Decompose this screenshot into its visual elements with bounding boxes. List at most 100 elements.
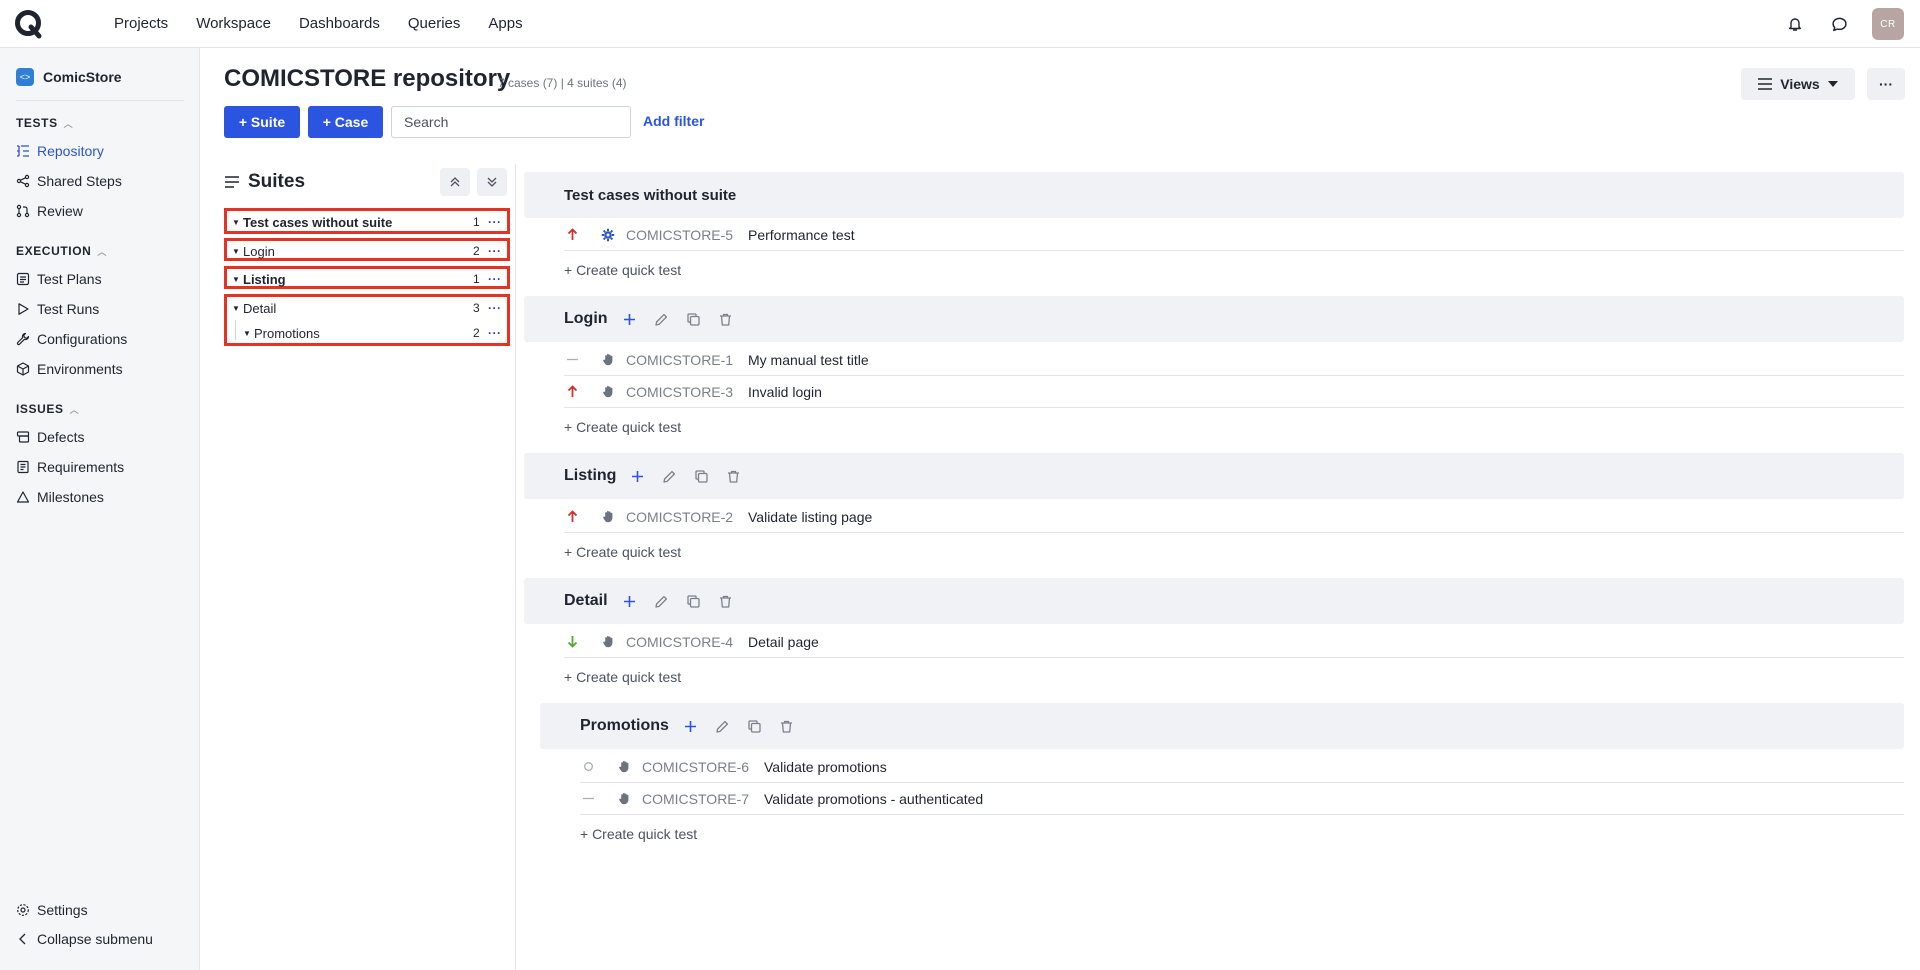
collapse-submenu-button[interactable]: Collapse submenu xyxy=(16,931,153,947)
trash-icon[interactable] xyxy=(726,469,741,484)
chat-icon[interactable] xyxy=(1828,13,1850,35)
trash-icon[interactable] xyxy=(718,594,733,609)
views-dropdown[interactable]: Views xyxy=(1741,68,1855,100)
top-right-actions: CR xyxy=(1784,8,1904,40)
git-pull-request-icon xyxy=(16,204,30,218)
nav-queries[interactable]: Queries xyxy=(408,15,461,32)
suite-tree-item[interactable]: ▼ Promotions 2 ··· xyxy=(243,323,506,343)
pencil-icon[interactable] xyxy=(654,312,669,327)
sidebar-item-milestones[interactable]: Milestones xyxy=(16,489,104,505)
pencil-icon[interactable] xyxy=(654,594,669,609)
sidebar-item-review[interactable]: Review xyxy=(16,203,83,219)
test-case-row[interactable]: COMICSTORE-7 Validate promotions - authe… xyxy=(580,783,1904,815)
create-quick-test-link[interactable]: + Create quick test xyxy=(564,544,681,560)
suite-menu-button[interactable]: ··· xyxy=(488,326,502,340)
sidebar-item-shared-steps[interactable]: Shared Steps xyxy=(16,173,122,189)
suite-count: 3 xyxy=(473,301,480,315)
project-switcher[interactable]: <> ComicStore xyxy=(16,68,122,86)
trash-icon[interactable] xyxy=(718,312,733,327)
document-icon xyxy=(17,460,29,474)
section-issues[interactable]: ISSUES ︿ xyxy=(16,402,79,416)
clipboard-list-icon xyxy=(16,272,30,286)
hand-icon xyxy=(600,353,616,366)
test-case-row[interactable]: COMICSTORE-5 Performance test xyxy=(564,219,1904,251)
create-quick-test-link[interactable]: + Create quick test xyxy=(564,262,681,278)
add-case-button[interactable]: + Case xyxy=(308,106,383,138)
sidebar-item-test-runs[interactable]: Test Runs xyxy=(16,301,99,317)
nav-workspace[interactable]: Workspace xyxy=(196,15,271,32)
plus-icon[interactable] xyxy=(622,312,637,327)
suite-menu-button[interactable]: ··· xyxy=(488,215,502,229)
suite-tree-item[interactable]: ▼ Listing 1 ··· xyxy=(232,269,506,289)
expand-all-button[interactable] xyxy=(477,168,507,196)
section-tests[interactable]: TESTS ︿ xyxy=(16,116,73,130)
suite-count: 2 xyxy=(473,244,480,258)
sidebar-item-test-plans[interactable]: Test Plans xyxy=(16,271,102,287)
plus-icon[interactable] xyxy=(683,719,698,734)
suite-tree-item[interactable]: ▼ Login 2 ··· xyxy=(232,241,506,261)
suite-actions xyxy=(622,312,733,327)
suite-tree-item[interactable]: ▼ Test cases without suite 1 ··· xyxy=(232,212,506,232)
priority-high-icon xyxy=(564,510,580,523)
test-case-row[interactable]: COMICSTORE-1 My manual test title xyxy=(564,344,1904,376)
suite-count: 2 xyxy=(473,326,480,340)
sidebar-item-settings[interactable]: Settings xyxy=(16,902,88,918)
copy-icon[interactable] xyxy=(686,312,701,327)
caret-down-icon[interactable]: ▼ xyxy=(232,218,243,227)
pencil-icon[interactable] xyxy=(715,719,730,734)
test-case-row[interactable]: COMICSTORE-6 Validate promotions xyxy=(580,751,1904,783)
priority-high-icon xyxy=(564,385,580,398)
sidebar-item-repository[interactable]: Repository xyxy=(16,143,104,159)
add-filter-link[interactable]: Add filter xyxy=(643,113,704,129)
search-input[interactable] xyxy=(391,106,631,138)
create-quick-test-link[interactable]: + Create quick test xyxy=(564,669,681,685)
create-quick-test-link[interactable]: + Create quick test xyxy=(580,826,697,842)
plus-icon[interactable] xyxy=(622,594,637,609)
sidebar-item-environments[interactable]: Environments xyxy=(16,361,123,377)
more-options-button[interactable]: ··· xyxy=(1867,68,1905,100)
page-title: COMICSTORE repository xyxy=(224,65,511,92)
add-suite-button[interactable]: + Suite xyxy=(224,106,300,138)
pencil-icon[interactable] xyxy=(662,469,677,484)
nav-dashboards[interactable]: Dashboards xyxy=(299,15,380,32)
suite-count: 1 xyxy=(473,215,480,229)
copy-icon[interactable] xyxy=(694,469,709,484)
main-content: COMICSTORE repository 7 cases (7) | 4 su… xyxy=(200,48,1920,970)
create-quick-test-link[interactable]: + Create quick test xyxy=(564,419,681,435)
test-case-row[interactable]: COMICSTORE-4 Detail page xyxy=(564,626,1904,658)
nav-projects[interactable]: Projects xyxy=(114,15,168,32)
suite-menu-button[interactable]: ··· xyxy=(488,301,502,315)
suite-menu-button[interactable]: ··· xyxy=(488,272,502,286)
nav-apps[interactable]: Apps xyxy=(488,15,522,32)
caret-down-icon[interactable]: ▼ xyxy=(232,275,243,284)
hand-icon xyxy=(616,760,632,773)
copy-icon[interactable] xyxy=(747,719,762,734)
top-nav: Projects Workspace Dashboards Queries Ap… xyxy=(72,15,523,32)
menu-icon xyxy=(225,176,239,188)
section-execution[interactable]: EXECUTION ︿ xyxy=(16,244,107,258)
caret-down-icon[interactable]: ▼ xyxy=(243,329,254,338)
trash-icon[interactable] xyxy=(779,719,794,734)
avatar[interactable]: CR xyxy=(1872,8,1904,40)
collapse-all-button[interactable] xyxy=(440,168,470,196)
caret-down-icon[interactable]: ▼ xyxy=(232,304,243,313)
menu-icon xyxy=(1758,78,1773,90)
plus-icon[interactable] xyxy=(630,469,645,484)
caret-down-icon[interactable]: ▼ xyxy=(232,247,243,256)
sidebar-item-configurations[interactable]: Configurations xyxy=(16,331,127,347)
bell-icon[interactable] xyxy=(1784,13,1806,35)
sidebar-item-defects[interactable]: Defects xyxy=(16,429,84,445)
test-case-row[interactable]: COMICSTORE-2 Validate listing page xyxy=(564,501,1904,533)
caret-down-icon xyxy=(1827,81,1838,87)
wrench-icon xyxy=(16,332,30,346)
suite-tree-item[interactable]: ▼ Detail 3 ··· xyxy=(232,298,506,318)
chevrons-down-icon xyxy=(487,177,497,187)
copy-icon[interactable] xyxy=(686,594,701,609)
qase-logo-icon[interactable] xyxy=(14,9,44,39)
bug-icon xyxy=(16,431,30,443)
sidebar-item-requirements[interactable]: Requirements xyxy=(16,459,124,475)
chevron-up-icon: ︿ xyxy=(97,246,108,257)
test-case-row[interactable]: COMICSTORE-3 Invalid login xyxy=(564,376,1904,408)
hand-icon xyxy=(600,385,616,398)
suite-menu-button[interactable]: ··· xyxy=(488,244,502,258)
